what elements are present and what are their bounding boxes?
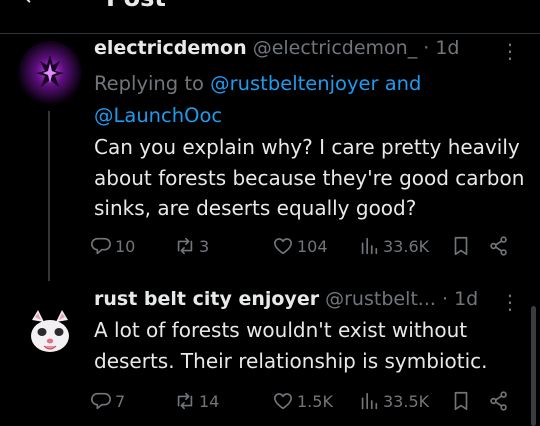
bookmark-button[interactable]	[450, 390, 475, 412]
avatar-electricdemon[interactable]	[18, 41, 82, 105]
more-icon[interactable]: ⋮	[500, 41, 520, 61]
display-name[interactable]: electricdemon	[94, 37, 247, 59]
repost-button[interactable]: 14	[174, 390, 219, 412]
back-arrow-icon[interactable]: ←	[24, 0, 42, 11]
scrollbar[interactable]	[531, 306, 536, 426]
bookmark-icon	[454, 391, 468, 411]
views-icon	[361, 237, 378, 255]
replying-prefix: Replying to	[94, 72, 211, 95]
views-icon	[361, 392, 378, 410]
views-button[interactable]: 33.5K	[358, 390, 429, 412]
bookmark-button[interactable]	[450, 235, 475, 257]
avatar-image	[18, 300, 82, 364]
tweet-header: electricdemon @electricdemon_ · 1d	[94, 37, 459, 63]
views-button[interactable]: 33.6K	[358, 235, 429, 257]
share-icon	[490, 391, 507, 411]
display-name[interactable]: rust belt city enjoyer	[94, 288, 319, 310]
action-bar: 10 3 104 33.6K	[90, 235, 522, 261]
like-icon	[273, 393, 293, 410]
like-button[interactable]: 104	[272, 235, 328, 257]
avatar-rustbelt[interactable]	[18, 300, 82, 364]
user-handle[interactable]: @rustbelt...	[325, 288, 436, 310]
action-bar: 7 14 1.5K 33.5K	[90, 390, 522, 416]
repost-button[interactable]: 3	[174, 235, 209, 257]
tweet-text: Can you explain why? I care pretty heavi…	[94, 135, 525, 220]
user-handle[interactable]: @electricdemon_	[253, 37, 418, 59]
tweet-text: A lot of forests wouldn't exist without …	[94, 318, 488, 373]
post-time[interactable]: · 1d	[442, 288, 478, 310]
view-count: 33.5K	[383, 391, 430, 411]
share-button[interactable]	[488, 235, 513, 257]
reply-count: 7	[115, 391, 126, 411]
reply-and-text: and	[378, 72, 422, 95]
view-count: 33.6K	[383, 236, 430, 256]
repost-count: 3	[199, 236, 210, 256]
repost-count: 14	[199, 391, 220, 411]
reply-count: 10	[115, 236, 136, 256]
reply-button[interactable]: 7	[90, 390, 125, 412]
share-icon	[490, 236, 507, 256]
repost-icon	[177, 392, 193, 410]
tweet-header: rust belt city enjoyer @rustbelt... · 1d	[94, 288, 478, 314]
more-icon[interactable]: ⋮	[500, 292, 520, 312]
like-count: 1.5K	[297, 391, 333, 411]
like-icon	[273, 238, 293, 255]
reply-icon	[91, 392, 111, 410]
top-bar: ← Post	[0, 0, 540, 34]
post-time[interactable]: · 1d	[423, 37, 459, 59]
reply-mention-link[interactable]: @rustbeltenjoyer	[210, 72, 378, 95]
bookmark-icon	[454, 236, 468, 256]
avatar-image	[18, 41, 82, 105]
reply-mention-link[interactable]: @LaunchOoc	[94, 104, 222, 127]
reply-icon	[91, 237, 111, 255]
thread-line	[48, 111, 50, 281]
share-button[interactable]	[488, 390, 513, 412]
like-count: 104	[297, 236, 328, 256]
page-title: Post	[106, 0, 166, 12]
reply-button[interactable]: 10	[90, 235, 135, 257]
like-button[interactable]: 1.5K	[272, 390, 333, 412]
repost-icon	[177, 237, 193, 255]
replying-to: Replying to @rustbeltenjoyer and @Launch…	[94, 68, 514, 132]
